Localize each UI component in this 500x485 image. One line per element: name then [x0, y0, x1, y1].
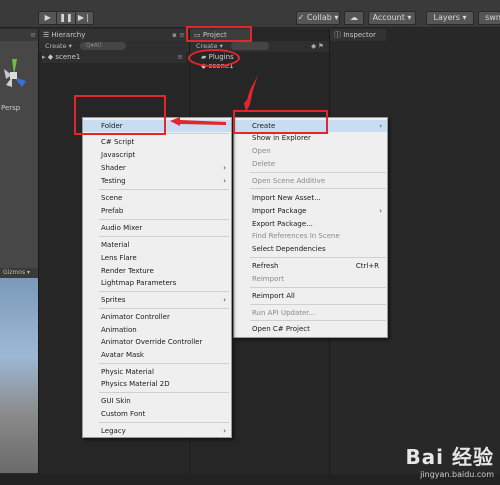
annotation-arrows: [170, 75, 258, 126]
watermark-url: jingyan.baidu.com: [420, 470, 494, 479]
baidu-logo: Bai 经验: [405, 445, 494, 469]
baidu-watermark: Bai 经验 jingyan.baidu.com: [405, 441, 494, 479]
arrow-to-create-icon: [244, 75, 258, 112]
arrow-to-folder-icon: [170, 117, 226, 126]
